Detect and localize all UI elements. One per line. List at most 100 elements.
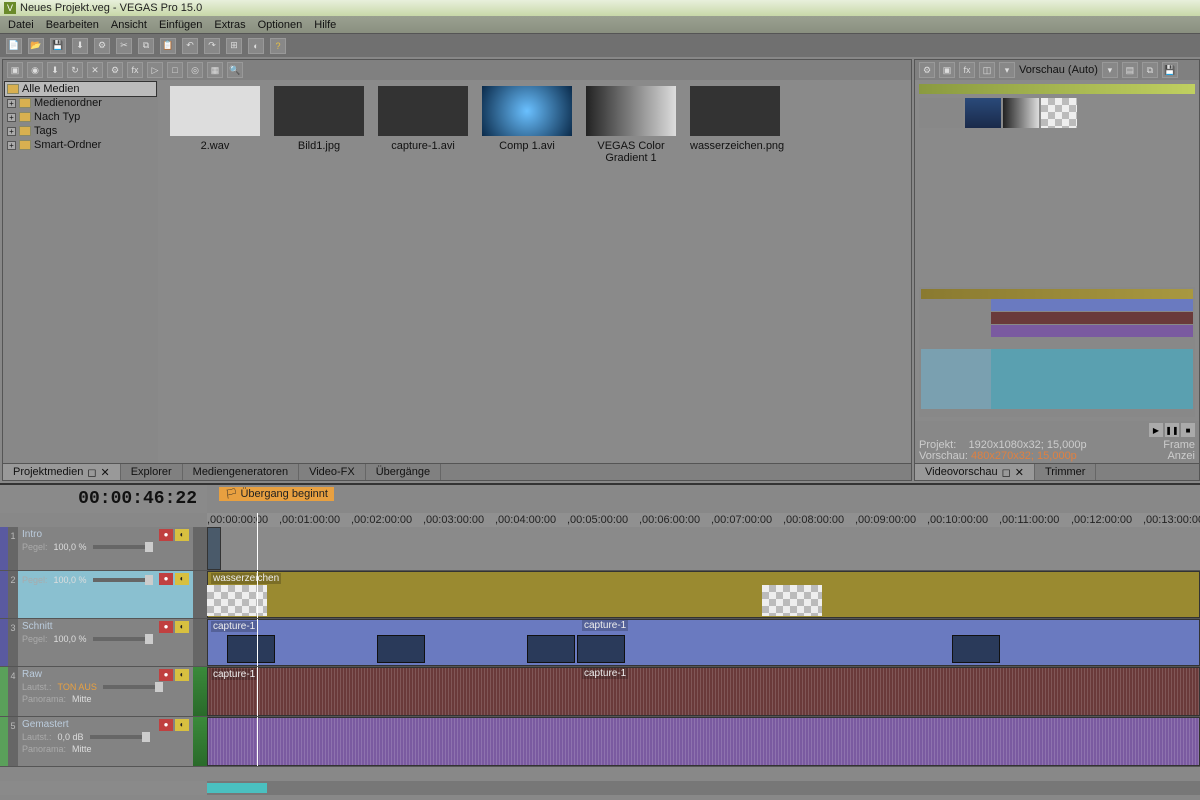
open-icon[interactable]: 📂 — [28, 38, 44, 54]
loop-icon[interactable]: ◎ — [187, 62, 203, 78]
copy-icon[interactable]: ⧉ — [138, 38, 154, 54]
clip[interactable] — [207, 717, 1200, 766]
track-header[interactable]: 1Intro●◐Pegel:100,0 % — [0, 527, 207, 570]
close-icon[interactable]: ✕ — [1015, 466, 1024, 479]
media-thumb[interactable]: VEGAS Color Gradient 1 — [586, 86, 676, 164]
search-icon[interactable]: 🔍 — [227, 62, 243, 78]
tree-root[interactable]: Alle Medien — [5, 82, 156, 96]
play-icon[interactable]: ▷ — [147, 62, 163, 78]
view-icon[interactable]: ▦ — [207, 62, 223, 78]
help-icon[interactable]: ? — [270, 38, 286, 54]
playhead[interactable] — [257, 619, 258, 666]
level-slider[interactable] — [93, 637, 153, 641]
undo-icon[interactable]: ↶ — [182, 38, 198, 54]
tab-mediengeneratoren[interactable]: Mediengeneratoren — [183, 464, 299, 480]
timecode-display[interactable]: 00:00:46:22 — [0, 485, 207, 513]
pv-save-icon[interactable]: 💾 — [1162, 62, 1178, 78]
marker-icon[interactable]: ◐ — [248, 38, 264, 54]
capture-icon[interactable]: ◉ — [27, 62, 43, 78]
pv-fx-icon[interactable]: fx — [959, 62, 975, 78]
new-icon[interactable]: 📄 — [6, 38, 22, 54]
tab-video-fx[interactable]: Video-FX — [299, 464, 366, 480]
cut-icon[interactable]: ✂ — [116, 38, 132, 54]
stop-icon[interactable]: □ — [167, 62, 183, 78]
tree-item[interactable]: +Nach Typ — [5, 110, 156, 124]
playhead[interactable] — [257, 527, 258, 570]
menu-optionen[interactable]: Optionen — [258, 19, 303, 31]
tab-projektmedien[interactable]: Projektmedien◻✕ — [3, 464, 121, 480]
track-strip-icon[interactable] — [0, 717, 8, 766]
tree-item[interactable]: +Smart-Ordner — [5, 138, 156, 152]
vol-slider[interactable] — [103, 685, 163, 689]
track-strip-icon[interactable] — [0, 619, 8, 666]
menu-einfügen[interactable]: Einfügen — [159, 19, 202, 31]
scroll-thumb[interactable] — [207, 783, 267, 793]
clip[interactable]: capture-1 — [207, 619, 1200, 666]
pv-copy-icon[interactable]: ⧉ — [1142, 62, 1158, 78]
props-icon[interactable]: ⚙ — [107, 62, 123, 78]
record-icon[interactable]: ● — [159, 621, 173, 633]
level-slider[interactable] — [93, 545, 153, 549]
playhead[interactable] — [257, 717, 258, 766]
media-thumb[interactable]: Comp 1.avi — [482, 86, 572, 152]
solo-icon[interactable]: ◐ — [175, 573, 189, 585]
pv-overlay-icon[interactable]: ▤ — [1122, 62, 1138, 78]
preview-mode[interactable]: Vorschau (Auto) — [1019, 64, 1098, 76]
solo-icon[interactable]: ◐ — [175, 529, 189, 541]
save-icon[interactable]: 💾 — [50, 38, 66, 54]
pv-ext-icon[interactable]: ▣ — [939, 62, 955, 78]
solo-icon[interactable]: ◐ — [175, 669, 189, 681]
solo-icon[interactable]: ◐ — [175, 621, 189, 633]
clip[interactable] — [207, 527, 221, 570]
tree-item[interactable]: +Medienordner — [5, 96, 156, 110]
pv-drop2-icon[interactable]: ▾ — [1102, 62, 1118, 78]
tab-trimmer[interactable]: Trimmer — [1035, 464, 1097, 480]
media-thumb[interactable]: Bild1.jpg — [274, 86, 364, 152]
snap-icon[interactable]: ⊞ — [226, 38, 242, 54]
timeline-scrollbar[interactable] — [0, 781, 1200, 795]
time-ruler[interactable]: ,00:00:00:00,00:01:00:00,00:02:00:00,00:… — [207, 513, 1200, 527]
track-lane[interactable] — [207, 717, 1200, 766]
record-icon[interactable]: ● — [159, 529, 173, 541]
pause-button[interactable]: ❚❚ — [1165, 423, 1179, 437]
media-thumb[interactable]: 2.wav — [170, 86, 260, 152]
record-icon[interactable]: ● — [159, 669, 173, 681]
track-header[interactable]: 5Gemastert●◐Lautst.:0,0 dBPanorama:Mitte — [0, 717, 207, 766]
pin-icon[interactable]: ◻ — [1002, 466, 1011, 479]
close-icon[interactable]: ✕ — [100, 466, 109, 479]
menu-ansicht[interactable]: Ansicht — [111, 19, 147, 31]
track-strip-icon[interactable] — [0, 527, 8, 570]
expand-icon[interactable]: + — [7, 99, 16, 108]
render-icon[interactable]: ⬇ — [72, 38, 88, 54]
track-strip-icon[interactable] — [0, 667, 8, 716]
expand-icon[interactable]: + — [7, 113, 16, 122]
pin-icon[interactable]: ◻ — [87, 466, 96, 479]
record-icon[interactable]: ● — [159, 573, 173, 585]
pv-dropdown-icon[interactable]: ▾ — [999, 62, 1015, 78]
record-icon[interactable]: ● — [159, 719, 173, 731]
get-media-icon[interactable]: ⬇ — [47, 62, 63, 78]
delete-icon[interactable]: ✕ — [87, 62, 103, 78]
tree-item[interactable]: +Tags — [5, 124, 156, 138]
playhead[interactable] — [257, 667, 258, 716]
menu-datei[interactable]: Datei — [8, 19, 34, 31]
media-thumb[interactable]: capture-1.avi — [378, 86, 468, 152]
vol-slider[interactable] — [90, 735, 150, 739]
marker-flag[interactable]: 🏳 Übergang beginnt — [219, 487, 334, 501]
properties-icon[interactable]: ⚙ — [94, 38, 110, 54]
tab-explorer[interactable]: Explorer — [121, 464, 183, 480]
marker-bar[interactable]: 🏳 Übergang beginnt — [207, 485, 1200, 513]
playhead[interactable] — [257, 571, 258, 618]
import-icon[interactable]: ▣ — [7, 62, 23, 78]
fx-icon[interactable]: fx — [127, 62, 143, 78]
tab-übergänge[interactable]: Übergänge — [366, 464, 441, 480]
track-header[interactable]: 3Schnitt●◐Pegel:100,0 % — [0, 619, 207, 666]
track-lane[interactable]: capture-1capture-1 — [207, 667, 1200, 716]
level-slider[interactable] — [93, 578, 153, 582]
playhead[interactable] — [257, 513, 258, 527]
track-header[interactable]: 4Raw●◐Lautst.:TON AUSPanorama:Mitte — [0, 667, 207, 716]
menu-extras[interactable]: Extras — [214, 19, 245, 31]
menu-hilfe[interactable]: Hilfe — [314, 19, 336, 31]
media-thumb[interactable]: wasserzeichen.png — [690, 86, 780, 152]
paste-icon[interactable]: 📋 — [160, 38, 176, 54]
